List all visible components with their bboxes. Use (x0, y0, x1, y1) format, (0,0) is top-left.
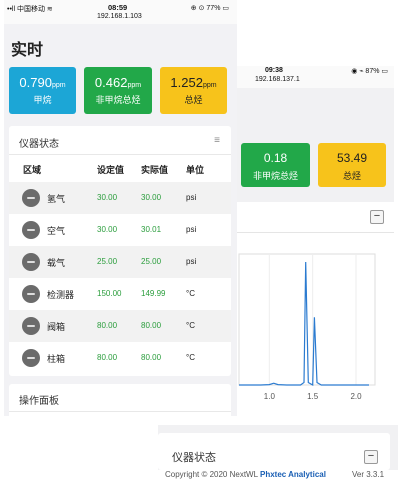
thc-unit: ppm (202, 82, 217, 89)
setpoint-value: 150.00 (97, 289, 122, 298)
table-row: 空气 30.00 30.01 psi (9, 214, 231, 246)
actual-value: 149.99 (141, 289, 166, 298)
zone-icon (22, 349, 40, 367)
nmhc-value: 0.18 (263, 151, 288, 165)
zone-name: 载气 (47, 258, 66, 268)
unit-value: psi (186, 193, 197, 202)
actual-value: 30.00 (141, 193, 162, 202)
setpoint-value: 30.00 (97, 225, 118, 234)
unit-value: °C (186, 353, 195, 362)
actual-value: 80.00 (141, 353, 162, 362)
version-text: Ver 3.3.1 (352, 470, 385, 479)
x-tick-label: 2.0 (350, 392, 362, 401)
thc-label: 总烃 (342, 171, 361, 181)
table-row: 阀箱 80.00 80.00 °C (9, 310, 231, 342)
zone-icon (22, 189, 40, 207)
unit-value: °C (186, 289, 195, 298)
status-bar: 09:38 192.168.137.1 ◉ ⌁ 87% ▭ (237, 66, 394, 88)
company-link[interactable]: Phxtec Analytical (260, 470, 326, 479)
zone-name: 检测器 (47, 290, 75, 300)
signal-trace (239, 261, 369, 387)
zone-name: 空气 (47, 226, 66, 236)
unit-value: psi (186, 257, 197, 266)
setpoint-value: 30.00 (97, 193, 118, 202)
methane-value: 0.790 (19, 75, 52, 90)
methane-card: 0.790ppm 甲烷 (9, 67, 76, 114)
status-ip: 192.168.1.103 (97, 13, 142, 20)
carrier-text: ••ll 中国移动 ≋ (7, 6, 53, 13)
instrument-status-panel-collapsed: 仪器状态 − (158, 433, 390, 470)
operation-panel: 操作面板 (9, 384, 231, 416)
panel-divider (9, 154, 231, 155)
thc-value: 53.49 (336, 151, 368, 165)
header-setpoint: 设定值 (97, 165, 125, 175)
thc-label: 总烃 (184, 95, 203, 105)
page-title: 实时 (11, 42, 44, 59)
thc-card: 53.49 总烃 (318, 143, 386, 187)
status-time: 09:38 (265, 67, 283, 74)
panel-divider (9, 411, 231, 412)
nmhc-label: 非甲烷总烃 (252, 171, 298, 181)
background-phone-screen: 09:38 192.168.137.1 ◉ ⌁ 87% ▭ 0.18 非甲烷总烃… (237, 66, 394, 416)
battery-indicator: ⊕ ⊙ 77% ▭ (190, 5, 229, 12)
chromatogram-chart: 1.0 1.5 2.0 (238, 253, 376, 401)
instrument-status-panel: 仪器状态 ≡ 区域 设定值 实际值 单位 氢气 30.00 30.00 psi … (9, 126, 231, 376)
x-tick-label: 1.0 (264, 392, 276, 401)
actual-value: 25.00 (141, 257, 162, 266)
nmhc-label: 非甲烷总烃 (95, 95, 141, 105)
x-tick-label: 1.5 (307, 392, 319, 401)
nmhc-card: 0.18 非甲烷总烃 (241, 143, 310, 187)
nmhc-value: 0.462 (94, 75, 128, 90)
table-row: 氢气 30.00 30.00 psi (9, 182, 231, 214)
table-row: 柱箱 80.00 80.00 °C (9, 342, 231, 374)
unit-value: °C (186, 321, 195, 330)
background-lower-panel: 仪器状态 − (158, 425, 398, 470)
zone-icon (22, 317, 40, 335)
actual-value: 30.01 (141, 225, 162, 234)
header-actual: 实际值 (141, 165, 169, 175)
thc-value: 1.252 (170, 75, 203, 90)
thc-card: 1.252ppm 总烃 (160, 67, 227, 114)
copyright-text: Copyright © 2020 NextWL (165, 470, 258, 479)
collapse-button-lower[interactable]: − (364, 450, 378, 464)
status-ip: 192.168.137.1 (255, 76, 300, 83)
zone-name: 柱箱 (47, 354, 66, 364)
footer: Copyright © 2020 NextWL Phxtec Analytica… (165, 470, 384, 479)
setpoint-value: 25.00 (97, 257, 118, 266)
chromatogram-panel: − 1.0 1.5 2.0 (237, 202, 394, 416)
setpoint-value: 80.00 (97, 353, 118, 362)
status-bar: ••ll 中国移动 ≋ 08:59 192.168.1.103 ⊕ ⊙ 77% … (4, 0, 237, 24)
zone-icon (22, 221, 40, 239)
foreground-phone-screen: ••ll 中国移动 ≋ 08:59 192.168.1.103 ⊕ ⊙ 77% … (4, 0, 237, 416)
header-zone: 区域 (23, 165, 42, 175)
header-unit: 单位 (186, 165, 205, 175)
zone-icon (22, 253, 40, 271)
table-row: 检测器 150.00 149.99 °C (9, 278, 231, 310)
nmhc-card: 0.462ppm 非甲烷总烃 (84, 67, 152, 114)
panel-title: 仪器状态 (19, 139, 59, 150)
unit-value: psi (186, 225, 197, 234)
status-time: 08:59 (108, 3, 128, 12)
zone-icon (22, 285, 40, 303)
actual-value: 80.00 (141, 321, 162, 330)
zone-name: 阀箱 (47, 322, 66, 332)
table-row: 载气 25.00 25.00 psi (9, 246, 231, 278)
setpoint-value: 80.00 (97, 321, 118, 330)
methane-unit: ppm (51, 82, 66, 89)
nmhc-unit: ppm (127, 82, 142, 89)
menu-icon[interactable]: ≡ (214, 135, 220, 146)
panel-title: 操作面板 (19, 396, 59, 407)
panel-title: 仪器状态 (172, 452, 216, 464)
methane-label: 甲烷 (33, 95, 52, 105)
status-icons: ◉ ⌁ 87% ▭ (351, 68, 388, 75)
zone-name: 氢气 (47, 194, 66, 204)
